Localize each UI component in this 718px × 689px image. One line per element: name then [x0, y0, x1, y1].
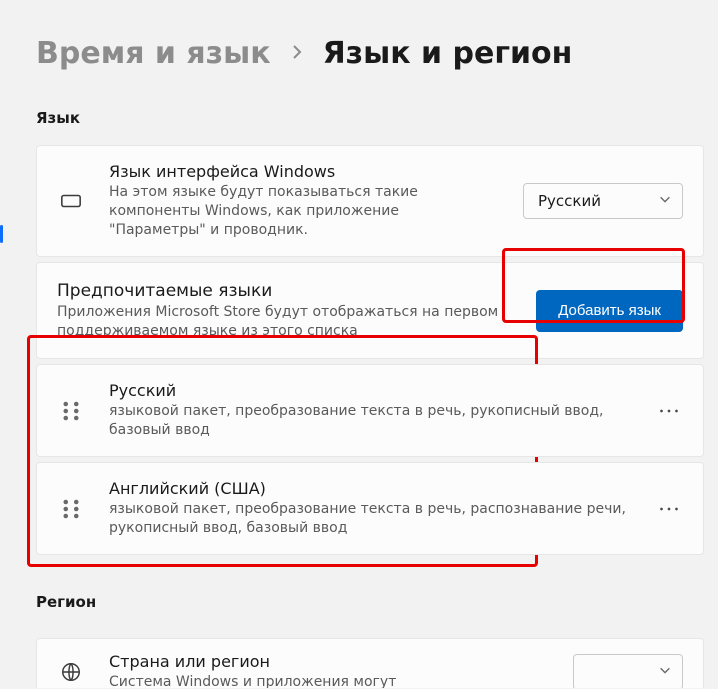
country-region-card: Страна или регион Система Windows и прил…: [36, 638, 704, 688]
chevron-down-icon: [658, 663, 672, 681]
language-row-english-us[interactable]: Английский (США) языковой пакет, преобра…: [36, 462, 704, 555]
page-title: Язык и регион: [323, 36, 573, 71]
more-options-button[interactable]: [655, 506, 683, 512]
breadcrumb: Время и язык Язык и регион: [36, 36, 704, 71]
preferred-languages-desc: Приложения Microsoft Store будут отображ…: [57, 303, 512, 341]
display-icon: [57, 190, 85, 212]
chevron-right-icon: [289, 44, 305, 64]
windows-display-language-card: Язык интерфейса Windows На этом языке бу…: [36, 145, 704, 257]
add-language-button[interactable]: Добавить язык: [536, 290, 683, 332]
language-detail: языковой пакет, преобразование текста в …: [109, 500, 631, 538]
display-language-desc: На этом языке будут показываться такие к…: [109, 183, 499, 240]
display-language-title: Язык интерфейса Windows: [109, 162, 499, 181]
language-row-russian[interactable]: Русский языковой пакет, преобразование т…: [36, 364, 704, 457]
chevron-down-icon: [658, 192, 672, 210]
language-detail: языковой пакет, преобразование текста в …: [109, 402, 631, 440]
country-region-title: Страна или регион: [109, 652, 549, 671]
drag-handle-icon[interactable]: [57, 397, 85, 425]
nav-accent-mark: [0, 225, 3, 243]
globe-icon: [57, 661, 85, 683]
country-region-select[interactable]: [573, 654, 683, 689]
preferred-languages-card: Предпочитаемые языки Приложения Microsof…: [36, 262, 704, 360]
section-header-region: Регион: [36, 593, 704, 611]
breadcrumb-parent[interactable]: Время и язык: [36, 36, 271, 71]
language-name: Русский: [109, 381, 631, 400]
drag-handle-icon[interactable]: [57, 495, 85, 523]
display-language-select[interactable]: Русский: [523, 183, 683, 219]
country-region-desc: Система Windows и приложения могут: [109, 673, 549, 688]
section-header-language: Язык: [36, 109, 704, 127]
display-language-value: Русский: [538, 192, 601, 210]
more-options-button[interactable]: [655, 408, 683, 414]
language-name: Английский (США): [109, 479, 631, 498]
preferred-languages-title: Предпочитаемые языки: [57, 281, 512, 301]
